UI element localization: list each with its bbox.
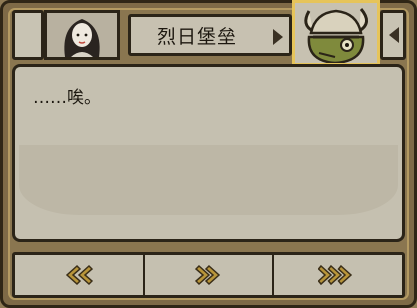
double-chevron-left-icon	[65, 264, 93, 286]
right-portrait-stub[interactable]	[380, 10, 406, 60]
horned-helmet-goblin-icon	[295, 3, 377, 63]
dialog-text-panel[interactable]: ……唉。	[12, 64, 405, 242]
rewind-button[interactable]	[15, 255, 143, 295]
portrait-right-speaker	[292, 0, 380, 66]
double-chevron-right-icon	[194, 264, 220, 286]
fast-forward-icon	[318, 264, 353, 286]
arrow-left-icon	[389, 27, 399, 43]
next-button[interactable]	[142, 255, 273, 295]
location-title: 烈日堡垒	[156, 25, 237, 48]
skip-button[interactable]	[272, 255, 402, 295]
location-title-box[interactable]: 烈日堡垒	[128, 14, 292, 56]
portrait-left-character	[44, 10, 120, 60]
panel-shading	[19, 145, 398, 215]
left-portrait-stub	[12, 10, 44, 60]
dialog-line: ……唉。	[33, 88, 101, 108]
dialog-controls	[12, 252, 405, 298]
girl-portrait-icon	[47, 13, 117, 57]
play-arrow-icon	[273, 29, 283, 45]
